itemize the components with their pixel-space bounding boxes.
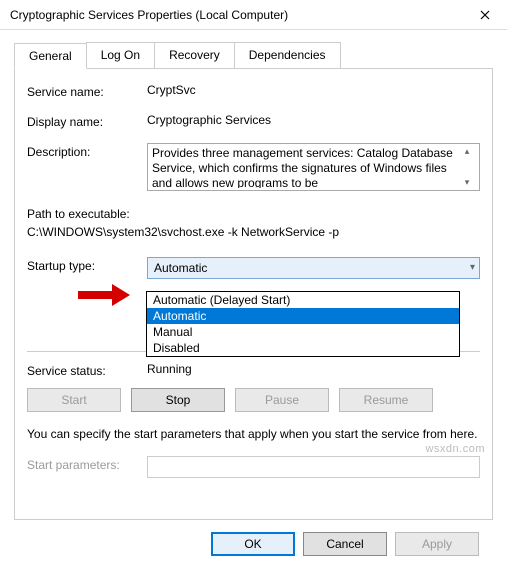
path-label: Path to executable: [27, 205, 480, 223]
stop-button[interactable]: Stop [131, 388, 225, 412]
service-status-label: Service status: [27, 362, 147, 378]
tab-dependencies[interactable]: Dependencies [234, 42, 341, 68]
start-params-label: Start parameters: [27, 456, 147, 472]
cancel-button[interactable]: Cancel [303, 532, 387, 556]
service-name-label: Service name: [27, 83, 147, 99]
description-label: Description: [27, 143, 147, 159]
dialog-footer: OK Cancel Apply [14, 520, 493, 568]
ok-button[interactable]: OK [211, 532, 295, 556]
start-params-hint: You can specify the start parameters tha… [27, 426, 480, 442]
service-name-value: CryptSvc [147, 83, 480, 97]
startup-type-combo[interactable]: Automatic ▾ [147, 257, 480, 279]
dropdown-option-disabled[interactable]: Disabled [147, 340, 459, 356]
window-title: Cryptographic Services Properties (Local… [10, 8, 462, 22]
dropdown-option-automatic[interactable]: Automatic [147, 308, 459, 324]
pause-button[interactable]: Pause [235, 388, 329, 412]
tab-logon[interactable]: Log On [86, 42, 155, 68]
apply-button[interactable]: Apply [395, 532, 479, 556]
path-value: C:\WINDOWS\system32\svchost.exe -k Netwo… [27, 223, 480, 241]
description-text: Provides three management services: Cata… [152, 146, 459, 188]
chevron-down-icon: ▾ [470, 262, 475, 273]
startup-type-dropdown: Automatic (Delayed Start) Automatic Manu… [146, 291, 460, 357]
startup-type-selected: Automatic [154, 261, 207, 275]
display-name-label: Display name: [27, 113, 147, 129]
start-button[interactable]: Start [27, 388, 121, 412]
titlebar: Cryptographic Services Properties (Local… [0, 0, 507, 30]
chevron-down-icon: ▾ [465, 177, 470, 188]
dropdown-option-delayed[interactable]: Automatic (Delayed Start) [147, 292, 459, 308]
chevron-up-icon: ▴ [465, 146, 470, 157]
tab-strip: General Log On Recovery Dependencies [14, 42, 493, 68]
close-icon [480, 10, 490, 20]
service-status-value: Running [147, 362, 480, 376]
tab-panel-general: Service name: CryptSvc Display name: Cry… [14, 68, 493, 520]
description-scrollbar[interactable]: ▴ ▾ [459, 146, 475, 188]
resume-button[interactable]: Resume [339, 388, 433, 412]
tab-recovery[interactable]: Recovery [154, 42, 235, 68]
dropdown-option-manual[interactable]: Manual [147, 324, 459, 340]
dialog-content: General Log On Recovery Dependencies Ser… [0, 30, 507, 568]
display-name-value: Cryptographic Services [147, 113, 480, 127]
start-params-input[interactable] [147, 456, 480, 478]
startup-type-label: Startup type: [27, 257, 147, 273]
description-box: Provides three management services: Cata… [147, 143, 480, 191]
tab-general[interactable]: General [14, 43, 87, 69]
close-button[interactable] [462, 0, 507, 30]
